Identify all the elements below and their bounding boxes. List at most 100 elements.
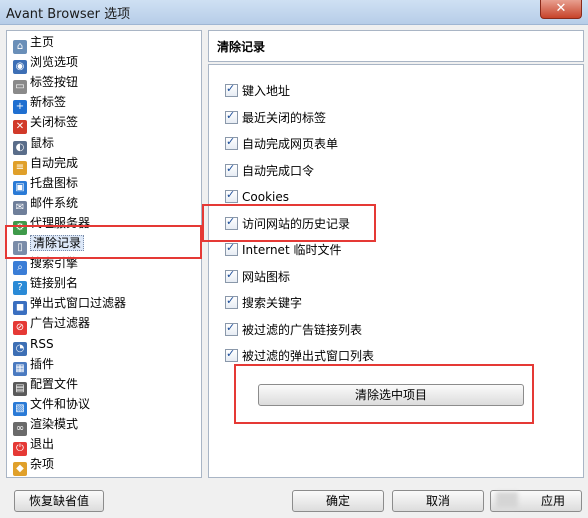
section-title: 清除记录 xyxy=(217,40,266,54)
checkbox-row[interactable]: 网站图标 xyxy=(225,267,291,285)
power-icon: ⏻ xyxy=(13,442,27,456)
tree-item-label: 插件 xyxy=(30,356,55,371)
rss-icon: ◔ xyxy=(13,341,27,356)
checkbox-label: Internet 临时文件 xyxy=(242,243,342,257)
tree-item-rss[interactable]: ◔ RSS xyxy=(13,335,54,356)
tree-item-label: 新标签 xyxy=(30,95,67,110)
tree-item-tray[interactable]: ▣ 托盘图标 xyxy=(13,174,79,195)
tree-item-label: 标签按钮 xyxy=(30,75,79,90)
config-file-icon: ▤ xyxy=(13,381,27,396)
checkbox-label: 自动完成口令 xyxy=(242,163,315,178)
popup-filter-icon: ◼ xyxy=(13,301,27,316)
checkbox[interactable] xyxy=(225,293,238,309)
tree-item-config-file[interactable]: ▤ 配置文件 xyxy=(13,375,79,396)
checkbox-label: 网站图标 xyxy=(242,269,291,284)
checkbox[interactable] xyxy=(225,161,238,177)
checkbox-row[interactable]: Internet 临时文件 xyxy=(225,240,342,258)
checkbox-label: Cookies xyxy=(242,190,289,204)
tree-item-link-alias[interactable]: ? 链接别名 xyxy=(13,274,79,296)
ok-button[interactable]: 确定 xyxy=(292,490,384,512)
tree-item-autocomplete[interactable]: ≡ 自动完成 xyxy=(13,154,79,175)
tree-item-label: 关闭标签 xyxy=(30,115,79,130)
mouse-icon: ◐ xyxy=(13,140,27,155)
highlight-clear-button xyxy=(234,364,534,424)
checkbox[interactable] xyxy=(225,81,238,97)
tab-button-icon: ▭ xyxy=(13,80,27,95)
tree-item-plugin[interactable]: ▦ 插件 xyxy=(13,355,55,376)
checkbox-label: 搜索关键字 xyxy=(242,296,303,310)
tree-item-popup-filter[interactable]: ◼ 弹出式窗口过滤器 xyxy=(13,294,127,316)
tree-item-plus[interactable]: + 新标签 xyxy=(13,93,67,115)
highlight-tree-clear-records xyxy=(5,225,202,259)
restore-defaults-button[interactable]: 恢复缺省值 xyxy=(14,490,104,512)
tray-icon: ▣ xyxy=(13,180,27,195)
checkbox-row[interactable]: 自动完成口令 xyxy=(225,161,315,179)
misc-icon: ◆ xyxy=(13,462,27,477)
checkbox-row[interactable]: 被过滤的广告链接列表 xyxy=(225,320,363,338)
tree-item-label: 文件和协议 xyxy=(30,396,91,411)
tree-item-home[interactable]: ⌂ 主页 xyxy=(13,33,55,54)
tree-item-render-mode[interactable]: ∞ 渲染模式 xyxy=(13,415,79,436)
section-header: 清除记录 xyxy=(208,30,584,62)
checkbox-row[interactable]: Cookies xyxy=(225,187,289,205)
checkbox-label: 自动完成网页表单 xyxy=(242,137,339,151)
home-icon: ⌂ xyxy=(13,40,27,54)
mail-icon: ✉ xyxy=(13,200,27,215)
close-tab-icon: ✕ xyxy=(13,120,27,135)
tree-item-power[interactable]: ⏻ 退出 xyxy=(13,435,55,456)
link-alias-icon: ? xyxy=(13,281,27,296)
file-protocol-icon: ▧ xyxy=(13,401,27,416)
tree-item-ad-filter[interactable]: ⊘ 广告过滤器 xyxy=(13,314,91,336)
checkbox[interactable] xyxy=(225,134,238,150)
tree-item-label: 鼠标 xyxy=(30,135,55,150)
title-bar: Avant Browser 选项 ✕ xyxy=(0,0,588,25)
tree-item-label: 弹出式窗口过滤器 xyxy=(30,296,127,311)
tree-item-file-protocol[interactable]: ▧ 文件和协议 xyxy=(13,395,91,416)
highlight-history-checkbox xyxy=(202,204,376,242)
tree-item-label: 自动完成 xyxy=(30,155,79,170)
tree-item-label: 杂项 xyxy=(30,457,55,472)
tree-item-tab-button[interactable]: ▭ 标签按钮 xyxy=(13,73,79,95)
close-button[interactable]: ✕ xyxy=(540,0,582,19)
close-icon: ✕ xyxy=(555,1,567,16)
tree-item-label: 主页 xyxy=(30,35,55,49)
checkbox-row[interactable]: 最近关闭的标签 xyxy=(225,108,327,126)
tree-item-label: 广告过滤器 xyxy=(30,316,91,331)
ad-filter-icon: ⊘ xyxy=(13,321,27,336)
tree-item-close-tab[interactable]: ✕ 关闭标签 xyxy=(13,113,79,135)
checkbox-row[interactable]: 键入地址 xyxy=(225,81,290,99)
render-mode-icon: ∞ xyxy=(13,421,27,436)
checkbox[interactable] xyxy=(225,320,238,336)
blurred-region xyxy=(496,492,518,508)
plus-icon: + xyxy=(13,100,27,115)
checkbox[interactable] xyxy=(225,187,238,203)
checkbox-row[interactable]: 搜索关键字 xyxy=(225,293,303,311)
checkbox-label: 最近关闭的标签 xyxy=(242,110,327,125)
checkbox[interactable] xyxy=(225,267,238,283)
browse-icon: ◉ xyxy=(13,60,27,75)
plugin-icon: ▦ xyxy=(13,361,27,376)
checkbox-label: 被过滤的广告链接列表 xyxy=(242,322,363,337)
cancel-button[interactable]: 取消 xyxy=(392,490,484,512)
tree-item-mail[interactable]: ✉ 邮件系统 xyxy=(13,194,79,215)
tree-item-label: 配置文件 xyxy=(30,376,79,391)
tree-item-label: 链接别名 xyxy=(30,276,79,291)
tree-item-misc[interactable]: ◆ 杂项 xyxy=(13,455,55,477)
tree-item-label: 托盘图标 xyxy=(30,175,79,190)
checkbox[interactable] xyxy=(225,346,238,362)
checkbox-label: 被过滤的弹出式窗口列表 xyxy=(242,349,375,363)
checkbox-row[interactable]: 被过滤的弹出式窗口列表 xyxy=(225,346,375,364)
checkbox-row[interactable]: 自动完成网页表单 xyxy=(225,134,339,152)
checkbox[interactable] xyxy=(225,108,238,124)
window-title: Avant Browser 选项 xyxy=(6,7,131,22)
tree-item-browse[interactable]: ◉ 浏览选项 xyxy=(13,53,79,75)
tree-item-label: 邮件系统 xyxy=(30,195,79,210)
tree-item-label: 退出 xyxy=(30,437,55,451)
search-icon: ⌕ xyxy=(13,261,27,276)
tree-item-label: RSS xyxy=(30,336,54,351)
checkbox[interactable] xyxy=(225,240,238,256)
autocomplete-icon: ≡ xyxy=(13,160,27,175)
tree-item-label: 浏览选项 xyxy=(30,55,79,70)
tree-item-mouse[interactable]: ◐ 鼠标 xyxy=(13,134,55,155)
tree-item-label: 渲染模式 xyxy=(30,416,79,431)
